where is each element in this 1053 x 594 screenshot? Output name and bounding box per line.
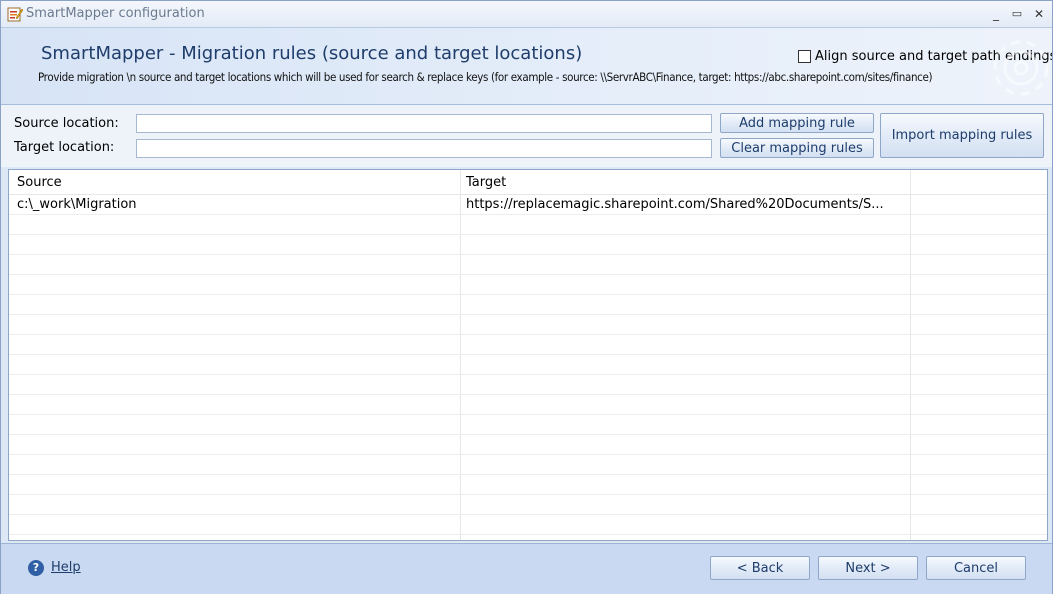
gear-icon [993,40,1049,96]
row-divider [9,474,1047,475]
align-path-endings-checkbox[interactable] [798,50,811,63]
back-button[interactable]: < Back [710,556,810,580]
column-header-source[interactable]: Source [17,175,62,190]
column-header-target[interactable]: Target [466,175,506,190]
page-description: Provide migration \n source and target l… [38,70,933,84]
row-divider [9,294,1047,295]
window-title: SmartMapper configuration [26,6,205,21]
row-divider [9,214,1047,215]
page-title: SmartMapper - Migration rules (source an… [41,43,583,64]
source-location-label: Source location: [14,116,119,131]
grid-header: Source Target [9,170,1047,195]
cancel-button[interactable]: Cancel [926,556,1026,580]
row-divider [9,434,1047,435]
row-divider [9,374,1047,375]
page-header: SmartMapper - Migration rules (source an… [1,28,1052,105]
maximize-button[interactable]: ▭ [1008,5,1026,23]
row-divider [9,494,1047,495]
row-divider [9,274,1047,275]
row-divider [9,534,1047,535]
clear-mapping-rules-button[interactable]: Clear mapping rules [720,138,874,158]
help-icon[interactable]: ? [28,560,44,576]
column-separator [910,170,911,540]
row-target-cell: https://replacemagic.sharepoint.com/Shar… [466,197,884,212]
close-button[interactable]: ✕ [1030,5,1048,23]
row-divider [9,354,1047,355]
row-divider [9,314,1047,315]
row-divider [9,254,1047,255]
import-mapping-rules-button[interactable]: Import mapping rules [880,113,1044,158]
app-icon [7,7,23,22]
row-divider [9,414,1047,415]
add-mapping-rule-button[interactable]: Add mapping rule [720,113,874,133]
next-button[interactable]: Next > [818,556,918,580]
row-divider [9,514,1047,515]
row-divider [9,234,1047,235]
column-separator [460,170,461,540]
wizard-footer: ? Help < Back Next > Cancel [1,543,1052,594]
help-link[interactable]: Help [51,560,81,575]
title-bar: SmartMapper configuration _ ▭ ✕ [1,1,1052,28]
row-divider [9,394,1047,395]
minimize-button[interactable]: _ [987,5,1005,23]
config-window: SmartMapper configuration _ ▭ ✕ SmartMap… [0,0,1053,594]
target-location-label: Target location: [14,140,115,155]
rule-form: Source location: Target location: Add ma… [1,105,1052,167]
source-location-input[interactable] [136,114,712,133]
mapping-rules-grid[interactable]: Source Target c:\_work\Migration https:/… [8,169,1048,541]
target-location-input[interactable] [136,139,712,158]
row-divider [9,454,1047,455]
row-divider [9,334,1047,335]
row-source-cell: c:\_work\Migration [17,197,137,212]
